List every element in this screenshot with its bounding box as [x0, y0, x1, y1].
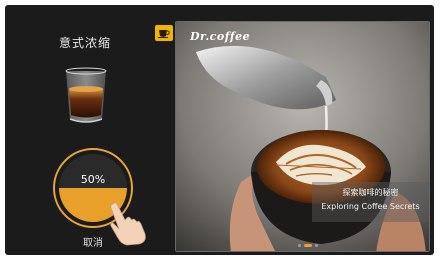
promo-carousel[interactable]: Dr.coffee 探索咖啡的秘密 Exploring Coffee Secre… [175, 21, 430, 252]
carousel-dot[interactable] [298, 244, 301, 247]
coffee-cup-button[interactable] [155, 25, 173, 41]
hand-pointer-icon [110, 202, 146, 246]
carousel-indicator[interactable] [298, 244, 321, 248]
coffee-cup-icon [158, 30, 170, 38]
drink-name: 意式浓缩 [58, 36, 111, 50]
progress-percent: 50% [80, 173, 106, 186]
brew-status-panel: 意式浓缩 50% 取消 [5, 5, 165, 255]
carousel-dot[interactable] [315, 244, 318, 247]
promo-caption: 探索咖啡的秘密 Exploring Coffee Secrets [312, 182, 429, 222]
caption-chinese: 探索咖啡的秘密 [342, 188, 399, 197]
brand-logo: Dr.coffee [190, 30, 251, 43]
caption-english: Exploring Coffee Secrets [321, 202, 420, 211]
espresso-cup-icon [65, 67, 107, 123]
machine-screen: 意式浓缩 50% 取消 Dr.coffee 探索咖啡的秘密 Exploring … [5, 5, 434, 255]
carousel-dot[interactable] [304, 244, 312, 247]
